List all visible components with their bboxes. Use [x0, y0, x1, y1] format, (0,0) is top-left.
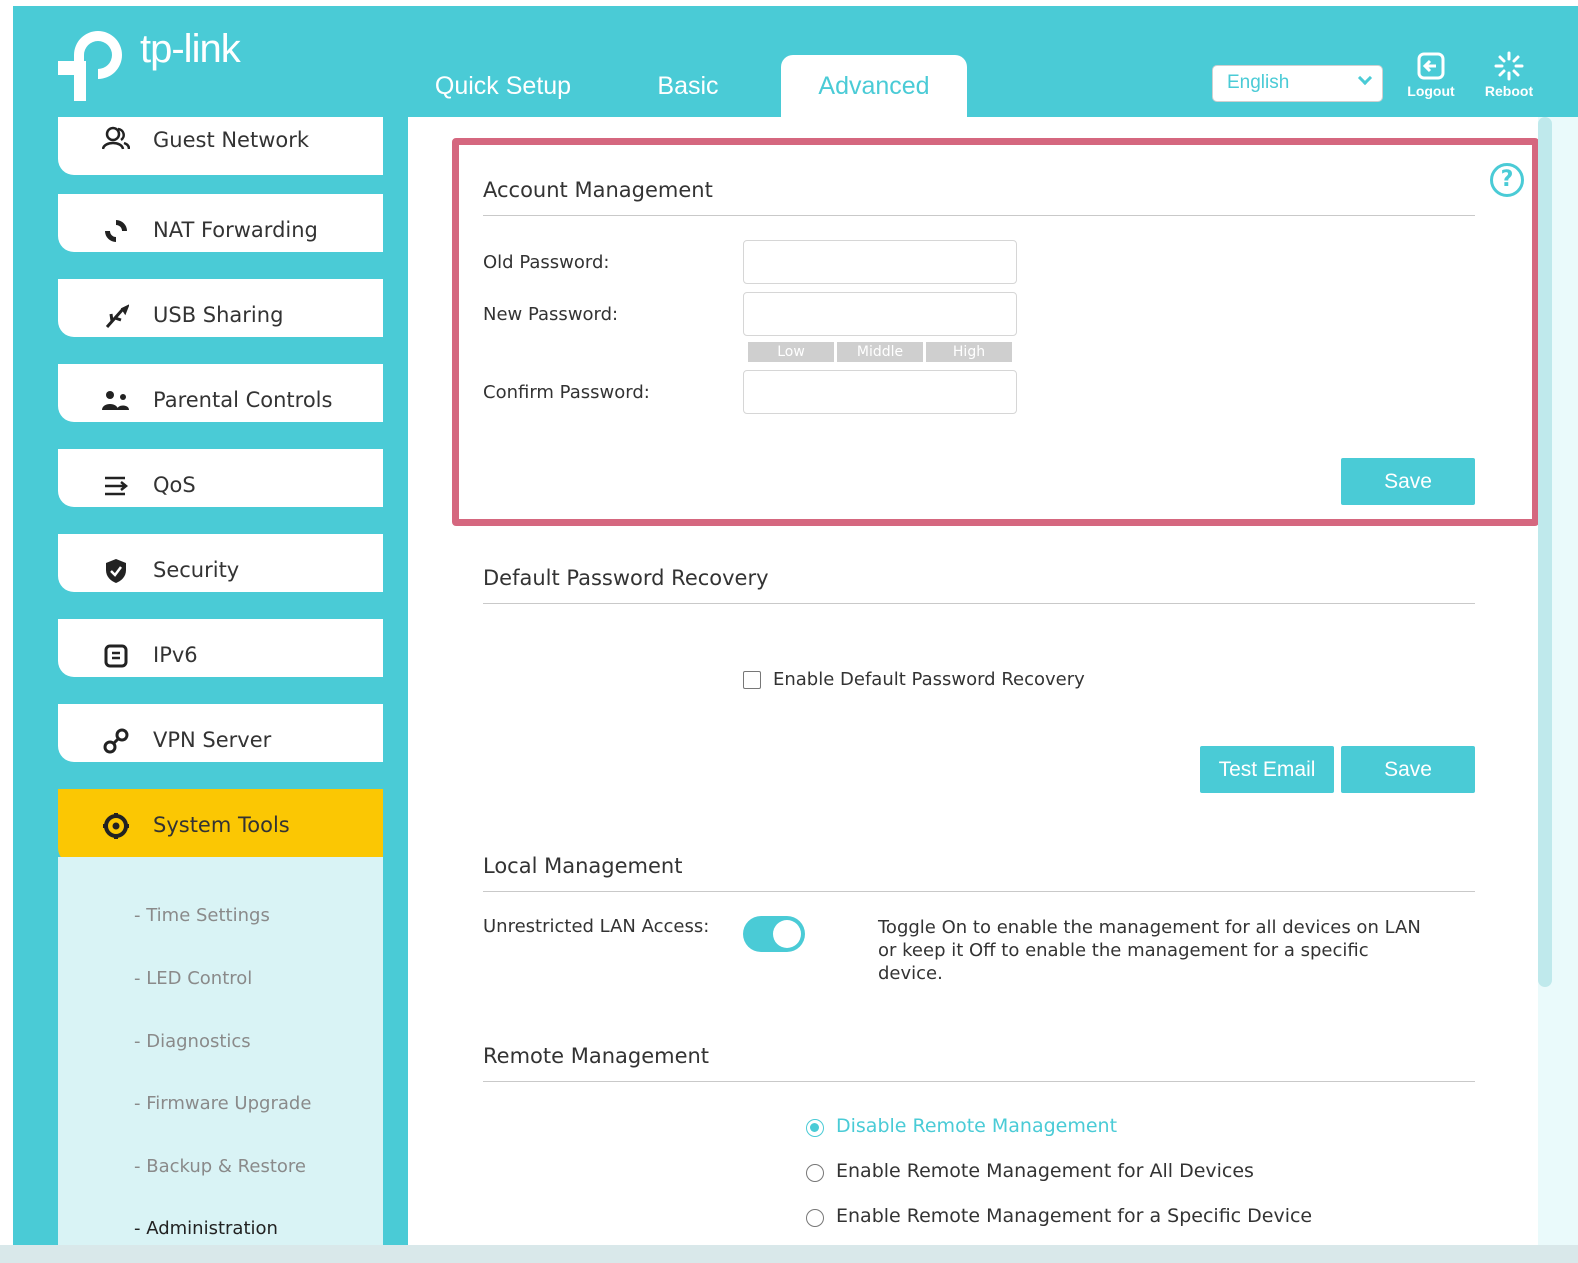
sidebar-item-vpn-server[interactable]: VPN Server	[58, 704, 383, 762]
logout-button[interactable]: Logout	[1401, 51, 1461, 107]
submenu-firmware-upgrade[interactable]: - Firmware Upgrade	[134, 1093, 311, 1114]
reboot-button[interactable]: Reboot	[1479, 51, 1539, 107]
tp-link-logo: tp-link	[58, 23, 258, 103]
sidebar-item-nat-forwarding[interactable]: NAT Forwarding	[58, 194, 383, 252]
logout-label: Logout	[1407, 83, 1455, 99]
radio-remote-specific[interactable]	[806, 1209, 824, 1227]
new-password-label: New Password:	[483, 304, 619, 325]
reboot-label: Reboot	[1484, 83, 1534, 99]
submenu-administration[interactable]: - Administration	[134, 1218, 278, 1239]
submenu-time-settings[interactable]: - Time Settings	[134, 905, 270, 926]
lan-access-label: Unrestricted LAN Access:	[483, 916, 710, 937]
old-password-field[interactable]	[743, 240, 1017, 284]
brand-name: tp-link	[140, 27, 241, 71]
language-select[interactable]: English	[1212, 65, 1383, 102]
radio-disable-remote-label: Disable Remote Management	[836, 1115, 1118, 1137]
sidebar-item-security[interactable]: Security	[58, 534, 383, 592]
divider	[483, 891, 1475, 892]
sidebar-item-guest-network[interactable]: Guest Network	[58, 117, 383, 175]
usb-icon	[96, 279, 136, 351]
new-password-field[interactable]	[743, 292, 1017, 336]
radio-remote-specific-label: Enable Remote Management for a Specific …	[836, 1205, 1313, 1227]
chevron-down-icon	[1357, 70, 1373, 86]
sidebar: Guest Network NAT Forwarding USB Sharing…	[58, 117, 383, 1255]
local-management-title: Local Management	[483, 854, 683, 878]
recovery-checkbox-label: Enable Default Password Recovery	[773, 669, 1085, 690]
nat-forwarding-icon	[96, 194, 136, 266]
logout-icon	[1401, 51, 1461, 83]
divider	[483, 603, 1475, 604]
lan-access-description: Toggle On to enable the management for a…	[878, 917, 1421, 984]
lan-access-toggle[interactable]	[743, 916, 805, 952]
sidebar-item-label: VPN Server	[153, 728, 272, 752]
sidebar-item-label: NAT Forwarding	[153, 218, 318, 242]
sidebar-item-label: IPv6	[153, 643, 198, 667]
shield-icon	[96, 534, 136, 606]
guest-network-icon	[96, 117, 136, 178]
system-tools-submenu: - Time Settings - LED Control - Diagnost…	[58, 857, 383, 1255]
scrollbar-thumb[interactable]	[1538, 117, 1552, 987]
remote-management-title: Remote Management	[483, 1044, 710, 1068]
gear-icon	[96, 789, 136, 861]
bottom-bar	[0, 1245, 1578, 1263]
help-icon[interactable]: ?	[1490, 163, 1524, 197]
old-password-label: Old Password:	[483, 252, 610, 273]
tab-quick-setup[interactable]: Quick Setup	[418, 55, 588, 117]
app-frame: tp-link Quick Setup Basic Advanced Engli…	[13, 6, 1578, 1255]
radio-remote-all-label: Enable Remote Management for All Devices	[836, 1160, 1254, 1182]
strength-middle: Middle	[837, 342, 923, 362]
submenu-backup-restore[interactable]: - Backup & Restore	[134, 1156, 306, 1177]
ipv6-icon	[96, 619, 136, 691]
vpn-link-icon	[96, 704, 136, 776]
confirm-password-field[interactable]	[743, 370, 1017, 414]
sidebar-item-label: QoS	[153, 473, 196, 497]
tab-basic[interactable]: Basic	[643, 55, 733, 117]
tp-link-logo-icon	[58, 31, 122, 101]
toggle-knob	[773, 920, 801, 948]
strength-high: High	[926, 342, 1012, 362]
sidebar-item-label: Parental Controls	[153, 388, 333, 412]
test-email-button[interactable]: Test Email	[1200, 746, 1334, 793]
sidebar-item-system-tools[interactable]: System Tools	[58, 789, 383, 864]
sidebar-item-label: USB Sharing	[153, 303, 284, 327]
recovery-checkbox[interactable]	[743, 671, 761, 689]
qos-icon	[96, 449, 136, 521]
sidebar-item-qos[interactable]: QoS	[58, 449, 383, 507]
sidebar-item-label: Guest Network	[153, 128, 310, 152]
sidebar-item-usb-sharing[interactable]: USB Sharing	[58, 279, 383, 337]
radio-disable-remote[interactable]	[806, 1119, 824, 1137]
recovery-title: Default Password Recovery	[483, 566, 769, 590]
sidebar-item-parental-controls[interactable]: Parental Controls	[58, 364, 383, 422]
divider	[483, 215, 1475, 216]
divider	[483, 1081, 1475, 1082]
account-save-button[interactable]: Save	[1341, 458, 1475, 505]
strength-low: Low	[748, 342, 834, 362]
confirm-password-label: Confirm Password:	[483, 382, 650, 403]
reboot-icon	[1479, 51, 1539, 83]
tab-advanced[interactable]: Advanced	[781, 55, 967, 125]
recovery-save-button[interactable]: Save	[1341, 746, 1475, 793]
content-panel: ? Account Management Old Password: New P…	[408, 117, 1539, 1255]
submenu-diagnostics[interactable]: - Diagnostics	[134, 1031, 251, 1052]
account-management-title: Account Management	[483, 178, 713, 202]
radio-remote-all[interactable]	[806, 1164, 824, 1182]
sidebar-item-label: Security	[153, 558, 240, 582]
language-selected: English	[1227, 72, 1290, 93]
sidebar-item-label: System Tools	[153, 813, 290, 837]
submenu-led-control[interactable]: - LED Control	[134, 968, 252, 989]
sidebar-item-ipv6[interactable]: IPv6	[58, 619, 383, 677]
parental-controls-icon	[96, 364, 136, 436]
